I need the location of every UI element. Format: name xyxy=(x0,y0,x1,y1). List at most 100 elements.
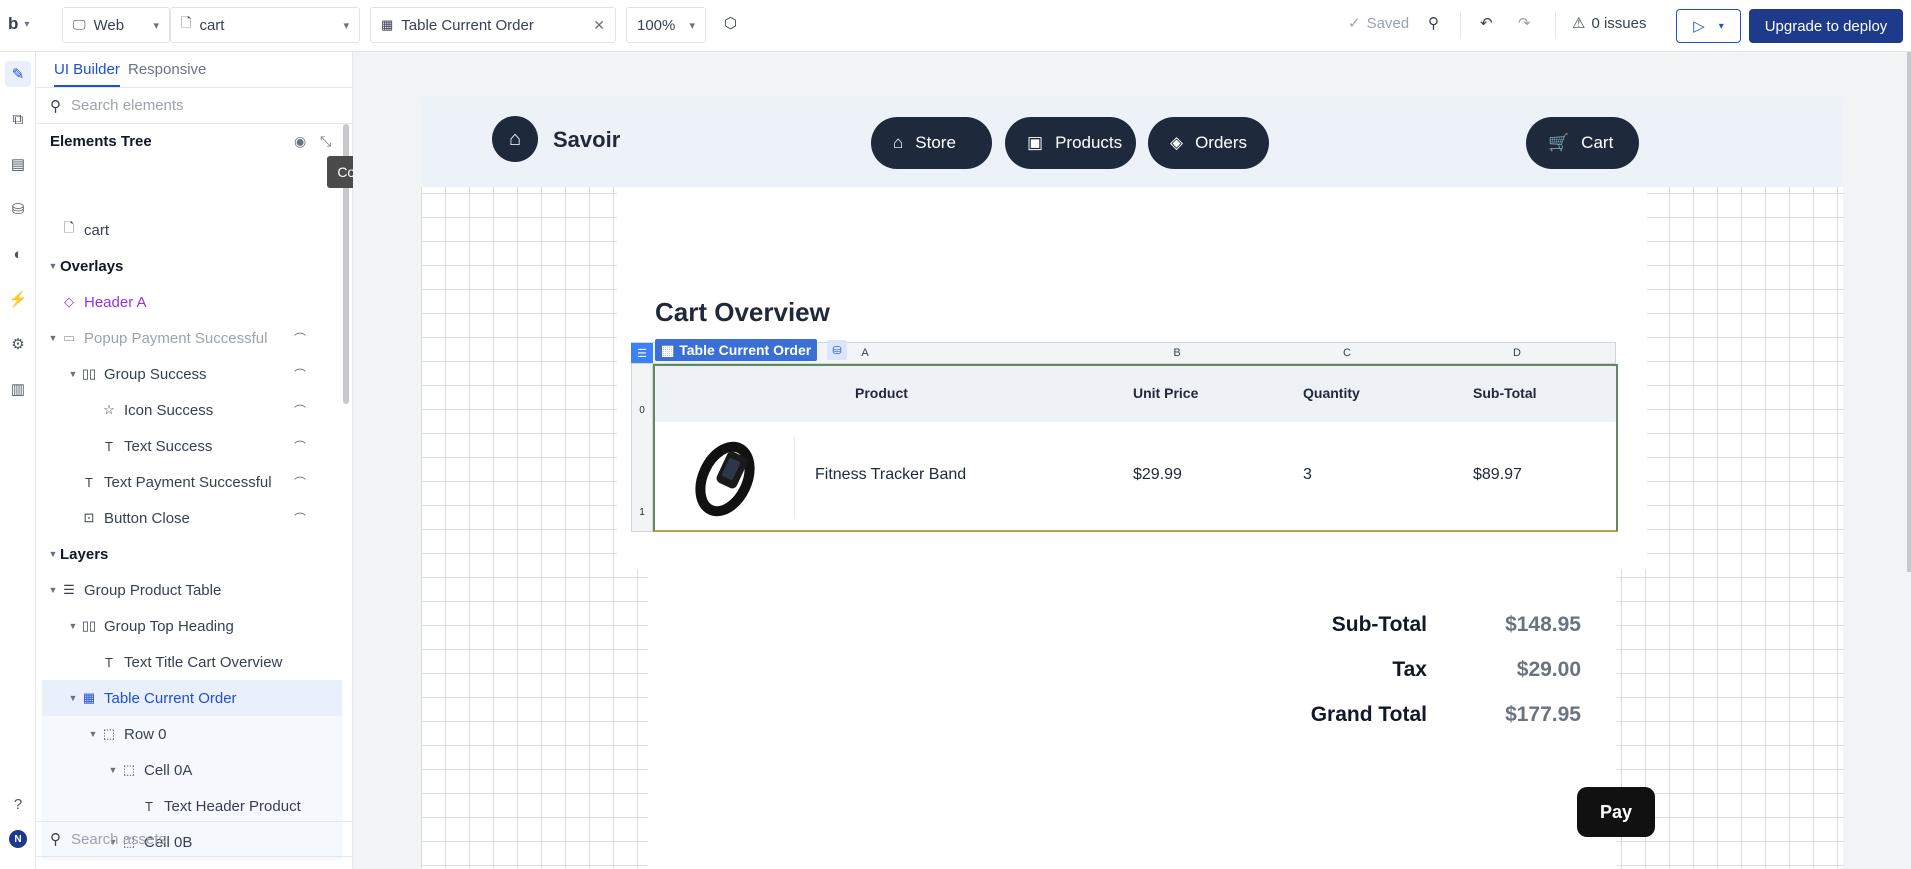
zoom-select[interactable]: 100% ▾ xyxy=(626,7,706,43)
canvas-scrollbar[interactable] xyxy=(1907,52,1911,572)
column-label[interactable]: A xyxy=(765,343,965,363)
nav-orders[interactable]: ◈ Orders xyxy=(1148,117,1269,169)
pencil-icon[interactable]: ✎ xyxy=(5,61,31,87)
search-assets[interactable]: ⚲ Search assets xyxy=(36,821,353,857)
help-icon[interactable]: ? xyxy=(5,791,31,817)
table-menu-icon[interactable]: ☰ xyxy=(631,343,653,363)
hidden-eye-icon[interactable]: ⌒ xyxy=(294,366,306,383)
tree-item[interactable]: ☆ Icon Success ⌒ xyxy=(42,392,342,428)
saved-status: ✓ Saved xyxy=(1348,14,1409,33)
diamond-icon: ◇ xyxy=(64,294,74,309)
tree-item[interactable]: ▼ ▯▯ Group Success ⌒ xyxy=(42,356,342,392)
tree-item[interactable]: ▼ Overlays xyxy=(42,248,342,284)
tree-item[interactable]: ▼ ▦ Table Current Order xyxy=(42,680,342,716)
undo-icon[interactable]: ↶ xyxy=(1480,14,1493,32)
pay-button[interactable]: Pay xyxy=(1577,787,1655,837)
caret-down-icon[interactable]: ▼ xyxy=(66,369,80,379)
collapse-icon[interactable]: ⤡ xyxy=(320,133,331,150)
database-icon[interactable]: ⛁ xyxy=(5,196,31,222)
tree-item-label: Button Close xyxy=(104,509,190,527)
caret-down-icon[interactable]: ▼ xyxy=(46,549,60,559)
table-icon: ▦ xyxy=(661,341,675,358)
upgrade-button[interactable]: Upgrade to deploy xyxy=(1749,9,1903,43)
page-icon: 🗋 xyxy=(63,220,75,235)
eye-icon[interactable]: ◉ xyxy=(294,133,306,150)
caret-down-icon[interactable]: ▼ xyxy=(66,621,80,631)
tree-item[interactable]: ▼ ⬚ Cell 0A xyxy=(42,752,342,788)
search-elements[interactable]: ⚲ Search elements xyxy=(36,88,353,124)
nav-cart[interactable]: 🛒 Cart xyxy=(1526,117,1639,169)
chevron-down-icon: ▾ xyxy=(343,19,349,32)
hidden-eye-icon[interactable]: ⌒ xyxy=(294,474,306,491)
left-rail: ✎ ⧉ ▤ ⛁ ◐ ⚡ ⚙ ▥ ? N xyxy=(0,52,36,869)
redo-icon[interactable]: ↷ xyxy=(1518,14,1531,32)
row-index[interactable]: 0 xyxy=(631,405,653,416)
layout-icon[interactable]: ▤ xyxy=(5,151,31,177)
tree-item[interactable]: T Text Header Product xyxy=(42,788,342,824)
hidden-eye-icon[interactable]: ⌒ xyxy=(294,438,306,455)
tree-item[interactable]: ▼ ☰ Group Product Table xyxy=(42,572,342,608)
dashed-box-icon: ⬚ xyxy=(102,726,116,741)
caret-down-icon[interactable]: ▼ xyxy=(46,585,60,595)
page-frame: ⌂ Savoir ⌂ Store ▣ Products ◈ Orders 🛒 Cart … xyxy=(421,97,1843,869)
caret-down-icon[interactable]: ▼ xyxy=(46,333,60,343)
workflow-icon[interactable]: ⧉ xyxy=(5,106,31,132)
platform-select[interactable]: 🖵 Web ▾ xyxy=(62,7,170,43)
cart-icon: 🛒 xyxy=(1548,133,1570,152)
header-quantity: Quantity xyxy=(1303,385,1360,401)
caret-down-icon[interactable]: ▼ xyxy=(86,729,100,739)
search-input[interactable]: Search elements xyxy=(71,97,184,114)
table-current-order[interactable]: Product Unit Price Quantity Sub-Total Fi… xyxy=(653,364,1618,532)
search-icon[interactable]: ⚲ xyxy=(1428,14,1439,32)
issues-label: 0 issues xyxy=(1591,14,1647,32)
tab-ui-builder[interactable]: UI Builder xyxy=(54,61,120,87)
tree-item[interactable]: T Text Payment Successful ⌒ xyxy=(42,464,342,500)
assets-input[interactable]: Search assets xyxy=(71,831,166,848)
tree-item[interactable]: ▼ ⬚ Row 0 xyxy=(42,716,342,752)
divider xyxy=(1555,12,1556,38)
nav-store[interactable]: ⌂ Store xyxy=(871,117,992,169)
tree-item[interactable]: T Text Success ⌒ xyxy=(42,428,342,464)
nav-products[interactable]: ▣ Products xyxy=(1005,117,1136,169)
header-unit-price: Unit Price xyxy=(1133,385,1199,401)
tree-item-label: Text Success xyxy=(124,437,213,455)
row-index[interactable]: 1 xyxy=(631,507,653,518)
avatar[interactable]: N xyxy=(5,826,31,852)
caret-down-icon[interactable]: ▼ xyxy=(46,261,60,271)
chart-icon[interactable]: ▥ xyxy=(5,376,31,402)
tree-item[interactable]: ◇ Header A xyxy=(42,284,342,320)
caret-down-icon[interactable]: ▼ xyxy=(106,765,120,775)
hidden-eye-icon[interactable]: ⌒ xyxy=(294,402,306,419)
tree-item[interactable]: ▼ ▭ Popup Payment Successful ⌒ xyxy=(42,320,342,356)
close-icon[interactable]: ✕ xyxy=(593,17,605,34)
tree-item[interactable]: T Text Title Cart Overview xyxy=(42,644,342,680)
tree-item-label: Cell 0A xyxy=(144,761,193,779)
plugin-icon[interactable]: ⚡ xyxy=(5,286,31,312)
gear-icon[interactable]: ⚙ xyxy=(5,331,31,357)
preview-button[interactable]: ▷ ▾ xyxy=(1676,9,1741,43)
star-icon: ☆ xyxy=(103,402,115,417)
hidden-eye-icon[interactable]: ⌒ xyxy=(294,510,306,527)
element-select[interactable]: ▦ Table Current Order ✕ xyxy=(370,7,616,43)
palette-icon[interactable]: ◐ xyxy=(5,241,31,267)
page-select[interactable]: 🗋 cart ▾ xyxy=(170,7,360,43)
tree-item-label: Text Title Cart Overview xyxy=(124,653,283,671)
tab-responsive[interactable]: Responsive xyxy=(128,61,206,78)
caret-down-icon[interactable]: ▼ xyxy=(66,693,80,703)
grand-total-value: $177.95 xyxy=(1505,703,1581,726)
column-label[interactable]: D xyxy=(1417,343,1617,363)
app-menu[interactable]: b ▾ xyxy=(8,14,29,34)
tree-item[interactable]: ⊡ Button Close ⌒ xyxy=(42,500,342,536)
tree-item-label: Header A xyxy=(84,293,147,311)
tree-item-label: Popup Payment Successful xyxy=(84,329,268,347)
totals-group: Sub-Total $148.95 Tax $29.00 Grand Total… xyxy=(647,569,1655,869)
sub-total: $89.97 xyxy=(1473,466,1522,483)
issues-button[interactable]: ⚠ 0 issues xyxy=(1572,14,1647,33)
search-icon: ⚲ xyxy=(50,97,61,115)
tree-item[interactable]: 🗋 cart xyxy=(42,212,342,248)
cube-icon[interactable]: ⬡ xyxy=(724,14,737,32)
cart-title: Cart Overview xyxy=(655,297,830,327)
tree-item[interactable]: ▼ Layers xyxy=(42,536,342,572)
hidden-eye-icon[interactable]: ⌒ xyxy=(294,330,306,347)
tree-item[interactable]: ▼ ▯▯ Group Top Heading xyxy=(42,608,342,644)
